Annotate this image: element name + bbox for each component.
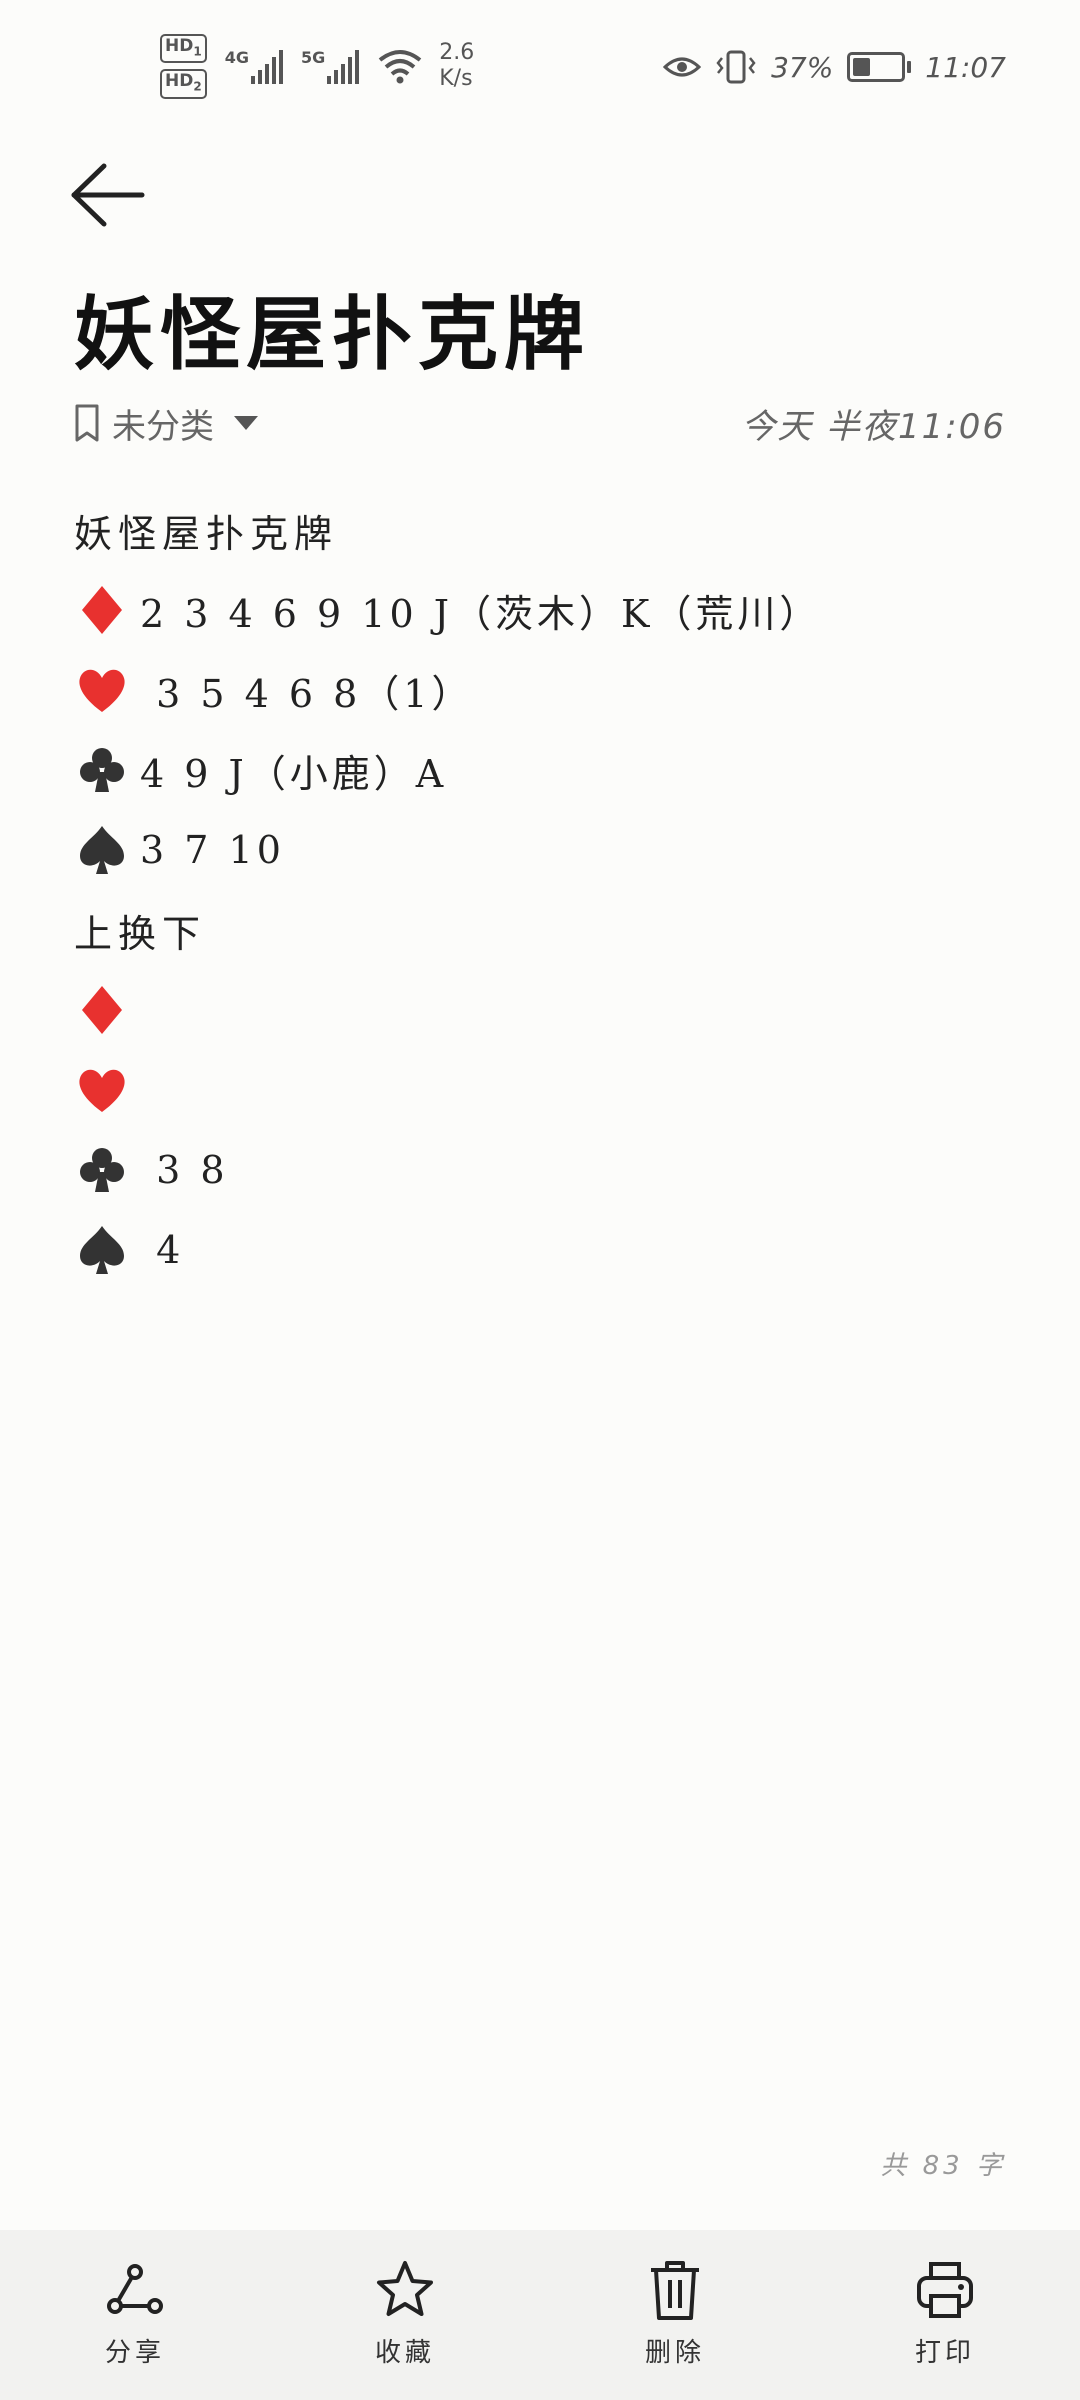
diamond-suit-icon: [74, 982, 130, 1038]
note-title[interactable]: 妖怪屋扑克牌: [74, 270, 590, 386]
note-timestamp: 今天 半夜11:06: [741, 406, 1006, 447]
back-arrow-icon[interactable]: [70, 160, 146, 230]
sim2-type: 5G: [300, 48, 326, 68]
note-meta: 未分类 今天 半夜11:06: [74, 398, 1006, 448]
favorite-label: 收藏: [374, 2338, 435, 2368]
status-right: 37% 11:07: [663, 50, 1006, 84]
note-line: 3 5 4 6 8（1）: [74, 650, 1006, 730]
spade-suit-icon: [74, 822, 130, 878]
note-detail-screen: HD1 HD2 4G 5G 2.6 K/s 37% 11:07 妖怪屋扑克牌 未…: [0, 0, 1080, 2400]
share-icon: [107, 2264, 163, 2314]
sim1-signal-icon: 4G: [224, 48, 283, 85]
status-left: HD1 HD2 4G 5G 2.6 K/s: [160, 34, 474, 99]
network-speed: 2.6 K/s: [439, 40, 474, 92]
note-line: 3 7 10: [74, 810, 1006, 890]
club-suit-icon: [74, 1142, 130, 1198]
clock: 11:07: [925, 50, 1006, 84]
delete-button[interactable]: 删除: [585, 2230, 765, 2400]
note-line-text: 3 8: [140, 1148, 229, 1192]
note-line: 上换下: [74, 890, 1006, 970]
net-speed-value: 2.6: [439, 40, 475, 66]
print-button[interactable]: 打印: [855, 2230, 1035, 2400]
favorite-button[interactable]: 收藏: [315, 2230, 495, 2400]
printer-icon: [917, 2262, 973, 2318]
note-line: 4: [74, 1210, 1006, 1290]
club-suit-icon: [74, 742, 130, 798]
battery-icon: [847, 52, 912, 82]
hd1-label: HD: [165, 36, 194, 56]
wifi-icon: [378, 50, 422, 84]
note-line-text: 4: [140, 1228, 185, 1272]
heart-suit-icon: [74, 1062, 130, 1118]
star-icon: [377, 2261, 433, 2316]
share-button[interactable]: 分享: [45, 2230, 225, 2400]
vibrate-icon: [716, 50, 756, 84]
battery-percent: 37%: [771, 50, 834, 84]
sim1-type: 4G: [224, 48, 249, 68]
heart-suit-icon: [74, 662, 130, 718]
net-speed-unit: K/s: [439, 66, 473, 92]
bottom-toolbar: 分享 收藏 删除 打印: [0, 2230, 1080, 2400]
hd2-sub: 2: [193, 79, 202, 94]
spade-suit-icon: [74, 1222, 130, 1278]
note-line-text: 4 9 J（小鹿）A: [140, 751, 448, 796]
note-line: 2 3 4 6 9 10 J（茨木）K（荒川）: [74, 570, 1006, 650]
hd1-badge: HD1: [160, 34, 207, 64]
note-body[interactable]: 妖怪屋扑克牌 2 3 4 6 9 10 J（茨木）K（荒川） 3 5 4 6 8（…: [74, 490, 1006, 1290]
note-line-text: 3 7 10: [140, 828, 285, 872]
status-bar: HD1 HD2 4G 5G 2.6 K/s 37% 11:07: [0, 0, 1080, 130]
note-line-text: 2 3 4 6 9 10 J（茨木）K（荒川）: [140, 591, 822, 636]
note-line: [74, 1050, 1006, 1130]
note-line: 4 9 J（小鹿）A: [74, 730, 1006, 810]
trash-icon: [651, 2261, 699, 2320]
dropdown-caret-icon: [234, 416, 258, 430]
battery-fill: [853, 58, 871, 76]
eye-comfort-icon: [663, 57, 702, 77]
category-label: 未分类: [112, 406, 214, 447]
sim2-signal-icon: 5G: [300, 48, 360, 85]
hd2-badge: HD2: [160, 69, 207, 99]
note-line: [74, 970, 1006, 1050]
note-line-text: 妖怪屋扑克牌: [74, 511, 339, 556]
diamond-suit-icon: [74, 582, 130, 638]
hd-indicators: HD1 HD2: [160, 34, 207, 99]
note-line-text: 上换下: [74, 911, 207, 956]
hd2-label: HD: [165, 71, 194, 92]
note-line: 妖怪屋扑克牌: [74, 490, 1006, 570]
share-label: 分享: [104, 2338, 165, 2368]
note-line-text: 3 5 4 6 8（1）: [140, 671, 474, 716]
note-line: 3 8: [74, 1130, 1006, 1210]
category-selector[interactable]: 未分类: [74, 399, 258, 448]
hd1-sub: 1: [193, 44, 202, 59]
print-label: 打印: [914, 2338, 975, 2368]
bookmark-icon: [75, 404, 99, 442]
word-count: 共 83 字: [880, 2151, 1006, 2181]
delete-label: 删除: [644, 2338, 705, 2368]
